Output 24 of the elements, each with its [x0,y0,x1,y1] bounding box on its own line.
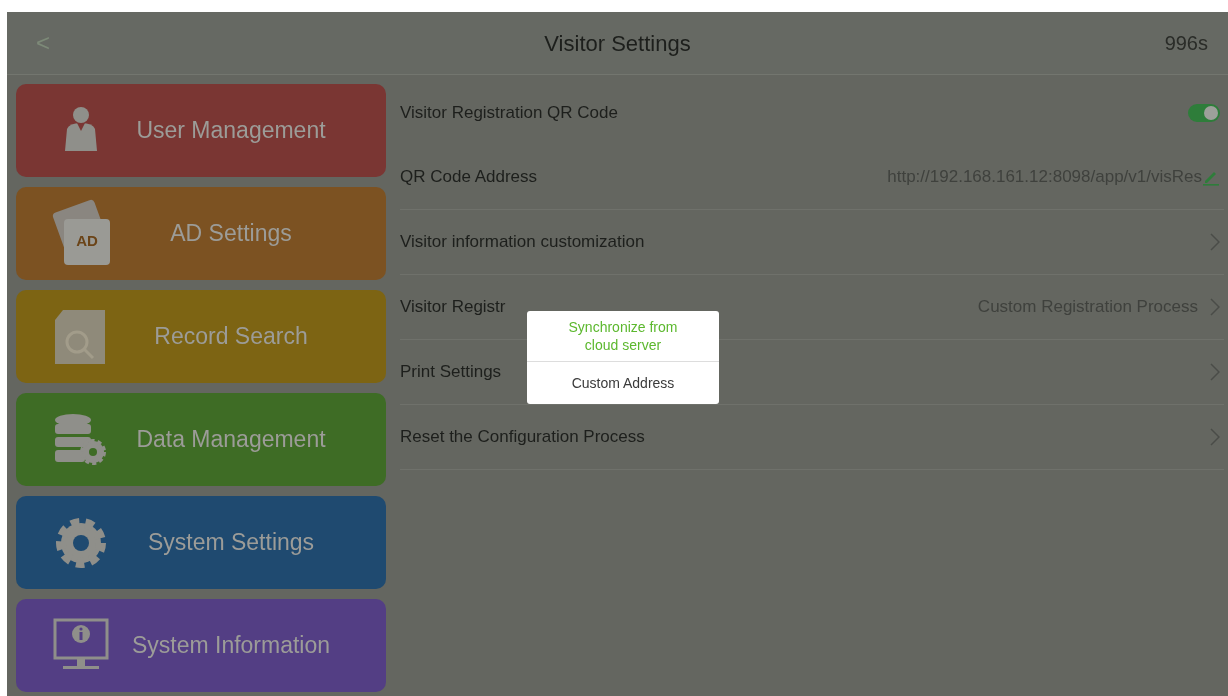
back-button[interactable]: < [27,27,59,59]
countdown-timer: 996s [1164,31,1208,56]
database-gear-icon [53,411,109,468]
setting-label: Visitor information customization [400,231,645,254]
setting-label: Visitor Registration QR Code [400,101,618,124]
page-title: Visitor Settings [544,29,691,58]
settings-icon [54,515,108,570]
menu-option[interactable]: Custom Address [527,361,719,404]
setting-label: Print Settings [400,361,502,384]
menu-tile[interactable]: System Settings [16,496,386,589]
menu-tile[interactable]: Data Management [16,393,386,486]
chevron-right-icon [1210,428,1220,446]
chevron-right-icon [1210,298,1220,316]
setting-label: QR Code Address [400,166,537,189]
menu-tile[interactable]: AD AD Settings [16,187,386,280]
chevron-right-icon [1210,363,1220,381]
menu-tile[interactable]: System Information [16,599,386,692]
menu-tile[interactable]: Record Search [16,290,386,383]
menu-tile[interactable]: User Management [16,84,386,177]
setting-label: Reset the Configuration Process [400,426,645,449]
setting-label: Visitor Registr [400,296,506,319]
chevron-right-icon [1210,233,1220,251]
menu-option[interactable]: Synchronize from cloud server [527,311,719,361]
toggle-switch[interactable] [1188,103,1220,122]
